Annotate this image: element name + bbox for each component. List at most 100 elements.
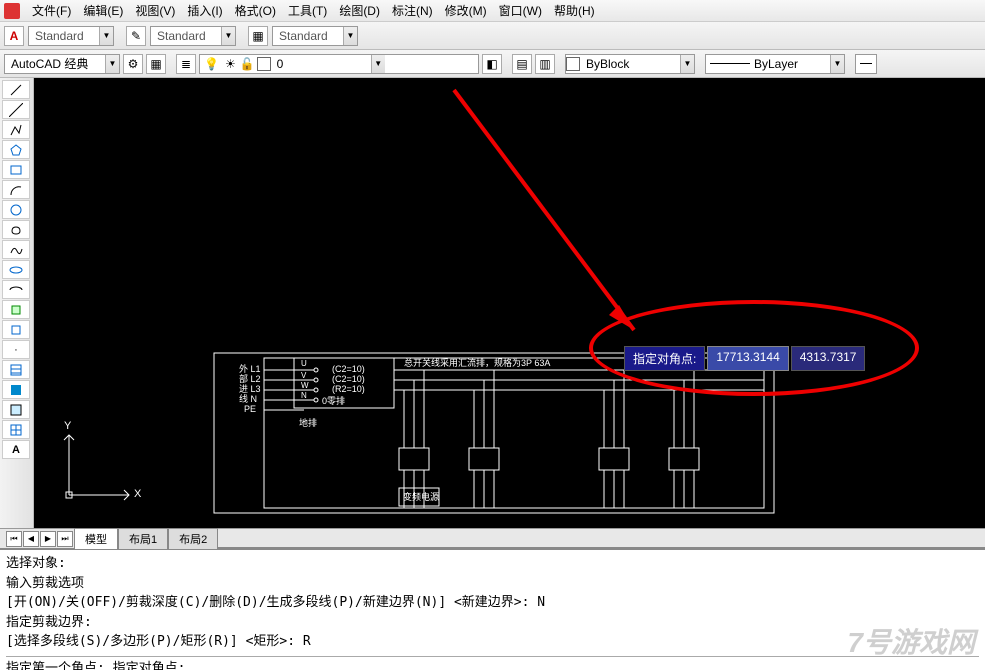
menu-file[interactable]: 文件(F) xyxy=(26,0,77,21)
lightbulb-icon: 💡 xyxy=(200,57,223,71)
tab-layout2[interactable]: 布局2 xyxy=(168,528,218,549)
chevron-down-icon: ▼ xyxy=(371,55,385,73)
menu-edit[interactable]: 编辑(E) xyxy=(77,0,129,21)
point-tool[interactable]: · xyxy=(2,340,30,359)
table-style-combo[interactable]: Standard ▼ xyxy=(272,26,358,46)
tooltip-x[interactable]: 17713.3144 xyxy=(707,346,788,371)
x-axis-label: X xyxy=(134,488,141,500)
revcloud-tool[interactable] xyxy=(2,220,30,239)
svg-text:N: N xyxy=(301,391,307,400)
menu-bar: 文件(F) 编辑(E) 视图(V) 插入(I) 格式(O) 工具(T) 绘图(D… xyxy=(0,0,985,22)
mtext-tool[interactable]: A xyxy=(2,440,30,459)
ws-icon2[interactable]: ▦ xyxy=(146,54,166,74)
svg-text:进 L3: 进 L3 xyxy=(239,384,261,394)
polyline-tool[interactable] xyxy=(2,120,30,139)
color-icon2[interactable]: ▥ xyxy=(535,54,555,74)
style-toolbar: A Standard ▼ ✎ Standard ▼ ▦ Standard ▼ xyxy=(0,22,985,50)
menu-format[interactable]: 格式(O) xyxy=(229,0,282,21)
chevron-down-icon: ▼ xyxy=(99,27,113,45)
table-style-value: Standard xyxy=(273,29,343,43)
svg-text:(C2=10): (C2=10) xyxy=(332,374,365,384)
svg-text:0零排: 0零排 xyxy=(322,395,345,406)
xline-tool[interactable] xyxy=(2,100,30,119)
menu-draw[interactable]: 绘图(D) xyxy=(333,0,386,21)
color-icon[interactable]: ▤ xyxy=(512,54,532,74)
polygon-tool[interactable] xyxy=(2,140,30,159)
cmd-line: 输入剪裁选项 xyxy=(6,574,979,594)
dim-style-icon[interactable]: ✎ xyxy=(126,26,146,46)
text-style-combo[interactable]: Standard ▼ xyxy=(28,26,114,46)
menu-tools[interactable]: 工具(T) xyxy=(282,0,333,21)
tab-nav-first-icon[interactable]: ⏮ xyxy=(6,531,22,547)
workspace-value: AutoCAD 经典 xyxy=(5,55,105,72)
cmd-line: 选择对象: xyxy=(6,554,979,574)
tab-layout1[interactable]: 布局1 xyxy=(118,528,168,549)
svg-text:(C2=10): (C2=10) xyxy=(332,364,365,374)
menu-modify[interactable]: 修改(M) xyxy=(439,0,493,21)
lock-icon: 🔓 xyxy=(238,57,257,71)
app-icon xyxy=(4,3,20,19)
svg-text:线 N: 线 N xyxy=(239,393,257,404)
drawing-canvas[interactable]: 外 L1 部 L2 进 L3 线 N PE U V W N (C2=10) (C… xyxy=(34,78,985,528)
rectangle-tool[interactable] xyxy=(2,160,30,179)
svg-text:U: U xyxy=(301,359,307,368)
chevron-down-icon: ▼ xyxy=(830,55,844,73)
tooltip-y[interactable]: 4313.7317 xyxy=(791,346,866,371)
linetype-value: ByLayer xyxy=(754,57,798,71)
workspace-toolbar: AutoCAD 经典 ▼ ⚙ ▦ ≣ 💡 ☀ 🔓 0 ▼ ◧ ▤ ▥ ByBlo… xyxy=(0,50,985,78)
ucs-icon: X Y xyxy=(54,420,144,513)
dim-style-value: Standard xyxy=(151,29,221,43)
color-combo[interactable]: ByBlock ▼ xyxy=(565,54,695,74)
menu-dimension[interactable]: 标注(N) xyxy=(386,0,439,21)
cmd-line: [开(ON)/关(OFF)/剪裁深度(C)/删除(D)/生成多段线(P)/新建边… xyxy=(6,593,979,613)
main-area: · A 外 L1 部 L2 进 L3 线 N PE xyxy=(0,78,985,528)
ellipse-arc-tool[interactable] xyxy=(2,280,30,299)
svg-text:V: V xyxy=(301,371,307,380)
chevron-down-icon: ▼ xyxy=(680,55,694,73)
lineweight-combo[interactable] xyxy=(855,54,877,74)
tab-nav-last-icon[interactable]: ⏭ xyxy=(57,531,73,547)
gradient-tool[interactable] xyxy=(2,380,30,399)
line-sample-icon xyxy=(710,63,750,64)
y-axis-label: Y xyxy=(64,420,71,432)
chevron-down-icon: ▼ xyxy=(221,27,235,45)
menu-window[interactable]: 窗口(W) xyxy=(493,0,548,21)
circle-tool[interactable] xyxy=(2,200,30,219)
menu-view[interactable]: 视图(V) xyxy=(129,0,181,21)
cmd-line: 指定剪裁边界: xyxy=(6,613,979,633)
sun-icon: ☀ xyxy=(223,57,238,71)
spline-tool[interactable] xyxy=(2,240,30,259)
svg-text:地排: 地排 xyxy=(299,417,317,428)
text-style-value: Standard xyxy=(29,29,99,43)
table-tool[interactable] xyxy=(2,420,30,439)
insert-block-tool[interactable] xyxy=(2,300,30,319)
svg-text:总开关线采用汇流排，规格为3P 63A: 总开关线采用汇流排，规格为3P 63A xyxy=(404,357,550,368)
command-window[interactable]: 选择对象: 输入剪裁选项 [开(ON)/关(OFF)/剪裁深度(C)/删除(D)… xyxy=(0,548,985,670)
layout-tab-bar: ⏮ ◀ ▶ ⏭ 模型 布局1 布局2 xyxy=(0,528,985,548)
workspace-combo[interactable]: AutoCAD 经典 ▼ xyxy=(4,54,120,74)
linetype-combo[interactable]: ByLayer ▼ xyxy=(705,54,845,74)
text-style-icon[interactable]: A xyxy=(4,26,24,46)
ellipse-tool[interactable] xyxy=(2,260,30,279)
layer-tool-icon[interactable]: ◧ xyxy=(482,54,502,74)
tooltip-label: 指定对角点: xyxy=(624,346,705,371)
cmd-prompt[interactable]: 指定第一个角点: 指定对角点: xyxy=(6,656,979,671)
menu-insert[interactable]: 插入(I) xyxy=(181,0,228,21)
make-block-tool[interactable] xyxy=(2,320,30,339)
hatch-tool[interactable] xyxy=(2,360,30,379)
table-style-icon[interactable]: ▦ xyxy=(248,26,268,46)
line-tool[interactable] xyxy=(2,80,30,99)
region-tool[interactable] xyxy=(2,400,30,419)
tab-nav-next-icon[interactable]: ▶ xyxy=(40,531,56,547)
svg-text:变频电源: 变频电源 xyxy=(403,491,439,502)
dim-style-combo[interactable]: Standard ▼ xyxy=(150,26,236,46)
svg-text:部 L2: 部 L2 xyxy=(239,373,261,384)
tab-nav-prev-icon[interactable]: ◀ xyxy=(23,531,39,547)
tab-model[interactable]: 模型 xyxy=(74,528,118,549)
layer-manager-icon[interactable]: ≣ xyxy=(176,54,196,74)
workspace-settings-icon[interactable]: ⚙ xyxy=(123,54,143,74)
arc-tool[interactable] xyxy=(2,180,30,199)
layer-combo[interactable]: 💡 ☀ 🔓 0 ▼ xyxy=(199,54,479,74)
menu-help[interactable]: 帮助(H) xyxy=(548,0,601,21)
svg-text:(R2=10): (R2=10) xyxy=(332,384,365,394)
